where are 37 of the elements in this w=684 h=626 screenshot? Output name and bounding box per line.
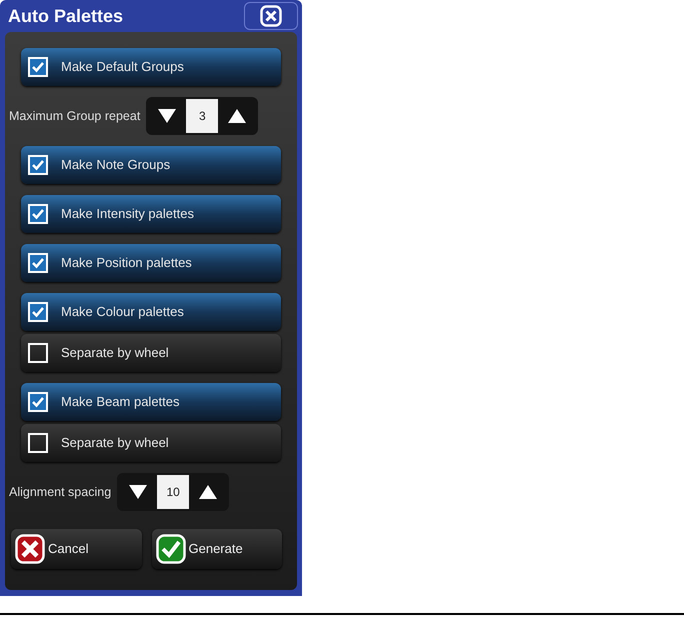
close-icon bbox=[260, 5, 282, 27]
cross-icon bbox=[15, 534, 45, 564]
value-field[interactable]: 10 bbox=[157, 475, 190, 509]
close-button[interactable] bbox=[244, 2, 298, 30]
option-toggle[interactable]: Make Position palettes bbox=[21, 244, 281, 282]
checkbox[interactable] bbox=[28, 204, 48, 224]
checkbox[interactable] bbox=[28, 155, 48, 175]
option-toggle[interactable]: Make Intensity palettes bbox=[21, 195, 281, 233]
check-icon bbox=[31, 61, 45, 73]
checkbox[interactable] bbox=[28, 433, 48, 453]
generate-button[interactable]: Generate bbox=[152, 529, 282, 569]
check-icon bbox=[31, 257, 45, 269]
checkbox[interactable] bbox=[28, 302, 48, 322]
window-title: Auto Palettes bbox=[8, 4, 124, 28]
checkbox[interactable] bbox=[28, 343, 48, 363]
check-icon bbox=[31, 159, 45, 171]
suboption-toggle[interactable]: Separate by wheel bbox=[21, 424, 281, 462]
option-toggle[interactable]: Make Default Groups bbox=[21, 48, 281, 86]
cancel-button[interactable]: Cancel bbox=[11, 529, 142, 569]
option-toggle[interactable]: Make Note Groups bbox=[21, 146, 281, 184]
check-icon bbox=[31, 396, 45, 408]
field-label: Alignment spacing bbox=[9, 484, 112, 501]
down-triangle-icon bbox=[157, 108, 178, 124]
checkbox[interactable] bbox=[28, 57, 48, 77]
checkbox[interactable] bbox=[28, 253, 48, 273]
down-triangle-icon bbox=[128, 484, 148, 500]
field-label: Maximum Group repeat bbox=[9, 108, 140, 125]
check-icon bbox=[31, 208, 45, 220]
option-toggle[interactable]: Make Colour palettes bbox=[21, 293, 281, 331]
up-triangle-icon bbox=[198, 484, 218, 500]
check-icon bbox=[31, 306, 45, 318]
up-triangle-icon bbox=[227, 108, 248, 124]
value-field[interactable]: 3 bbox=[186, 99, 218, 133]
suboption-toggle[interactable]: Separate by wheel bbox=[21, 334, 281, 372]
checkbox[interactable] bbox=[28, 392, 48, 412]
check-icon bbox=[156, 534, 186, 564]
option-toggle[interactable]: Make Beam palettes bbox=[21, 383, 281, 421]
